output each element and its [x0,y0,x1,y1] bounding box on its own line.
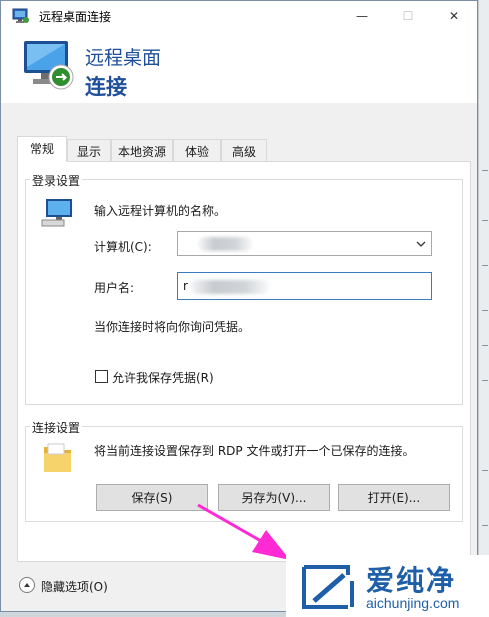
remote-desktop-app-icon [12,8,29,23]
header-banner: 远程桌面 连接 [1,31,477,103]
remote-desktop-window: 远程桌面连接 — ☐ ✕ 远程桌面 连接 常规 显示 本地资源 体验 高级 登录… [0,0,478,612]
minimize-icon: — [356,9,368,23]
tab-label: 高级 [231,145,256,159]
tab-general[interactable]: 常规 [17,136,67,162]
window-title: 远程桌面连接 [39,10,112,24]
blurred-username [190,280,270,294]
dialog-content: 常规 显示 本地资源 体验 高级 登录设置 输入远程计算机的名称。 计算机(C)… [1,103,477,611]
open-button-label: 打开(E)... [367,491,421,505]
username-label: 用户名: [94,281,135,295]
save-button[interactable]: 保存(S) [96,484,208,511]
title-bar[interactable]: 远程桌面连接 — ☐ ✕ [1,1,477,31]
hide-options-label[interactable]: 隐藏选项(O) [41,578,108,595]
tab-advanced[interactable]: 高级 [221,139,267,161]
save-as-button[interactable]: 另存为(V)... [218,484,330,511]
tab-local-resources[interactable]: 本地资源 [111,139,173,161]
tab-experience[interactable]: 体验 [173,139,221,161]
tab-label: 显示 [76,145,101,159]
maximize-icon: ☐ [402,9,414,23]
computer-icon [41,199,72,227]
username-value: r [183,279,188,293]
save-button-label: 保存(S) [131,491,173,505]
chevron-up-icon [24,583,30,587]
open-button[interactable]: 打开(E)... [338,484,450,511]
save-as-button-label: 另存为(V)... [241,491,307,505]
connection-settings-label: 连接设置 [30,419,83,436]
login-settings-label: 登录设置 [30,172,83,189]
connection-description: 将当前连接设置保存到 RDP 文件或打开一个已保存的连接。 [94,444,415,458]
watermark-logo-icon [302,565,354,609]
minimize-button[interactable]: — [339,1,385,31]
chevron-down-icon[interactable] [416,240,426,248]
folder-icon [44,443,71,472]
computer-label: 计算机(C): [94,240,152,254]
username-input[interactable]: r [177,272,432,300]
computer-prompt: 输入远程计算机的名称。 [94,204,227,218]
save-credentials-label[interactable]: 允许我保存凭据(R) [112,369,214,386]
watermark-url: aichunjing.com [366,595,460,611]
tab-display[interactable]: 显示 [67,139,111,161]
tab-label: 体验 [184,145,209,159]
header-title-line1: 远程桌面 [85,47,162,69]
close-icon: ✕ [448,9,460,23]
close-button[interactable]: ✕ [431,1,477,31]
watermark-brand: 爱纯净 [366,564,457,597]
hide-options-toggle[interactable] [19,577,35,593]
blurred-computer-name [198,237,253,251]
remote-desktop-monitor-icon [24,41,74,90]
general-tab-panel: 登录设置 输入远程计算机的名称。 计算机(C): 用户名: r 当你连接时将向你… [17,161,471,562]
maximize-button[interactable]: ☐ [385,1,431,31]
credentials-info-text: 当你连接时将向你询问凭据。 [94,320,251,334]
computer-combobox[interactable] [177,231,432,256]
tab-label: 本地资源 [117,145,166,159]
background-window-strip [478,0,489,617]
header-title-line2: 连接 [85,75,127,99]
watermark: 爱纯净 aichunjing.com [286,555,489,617]
save-credentials-checkbox[interactable] [95,370,108,383]
tab-label: 常规 [29,142,54,156]
